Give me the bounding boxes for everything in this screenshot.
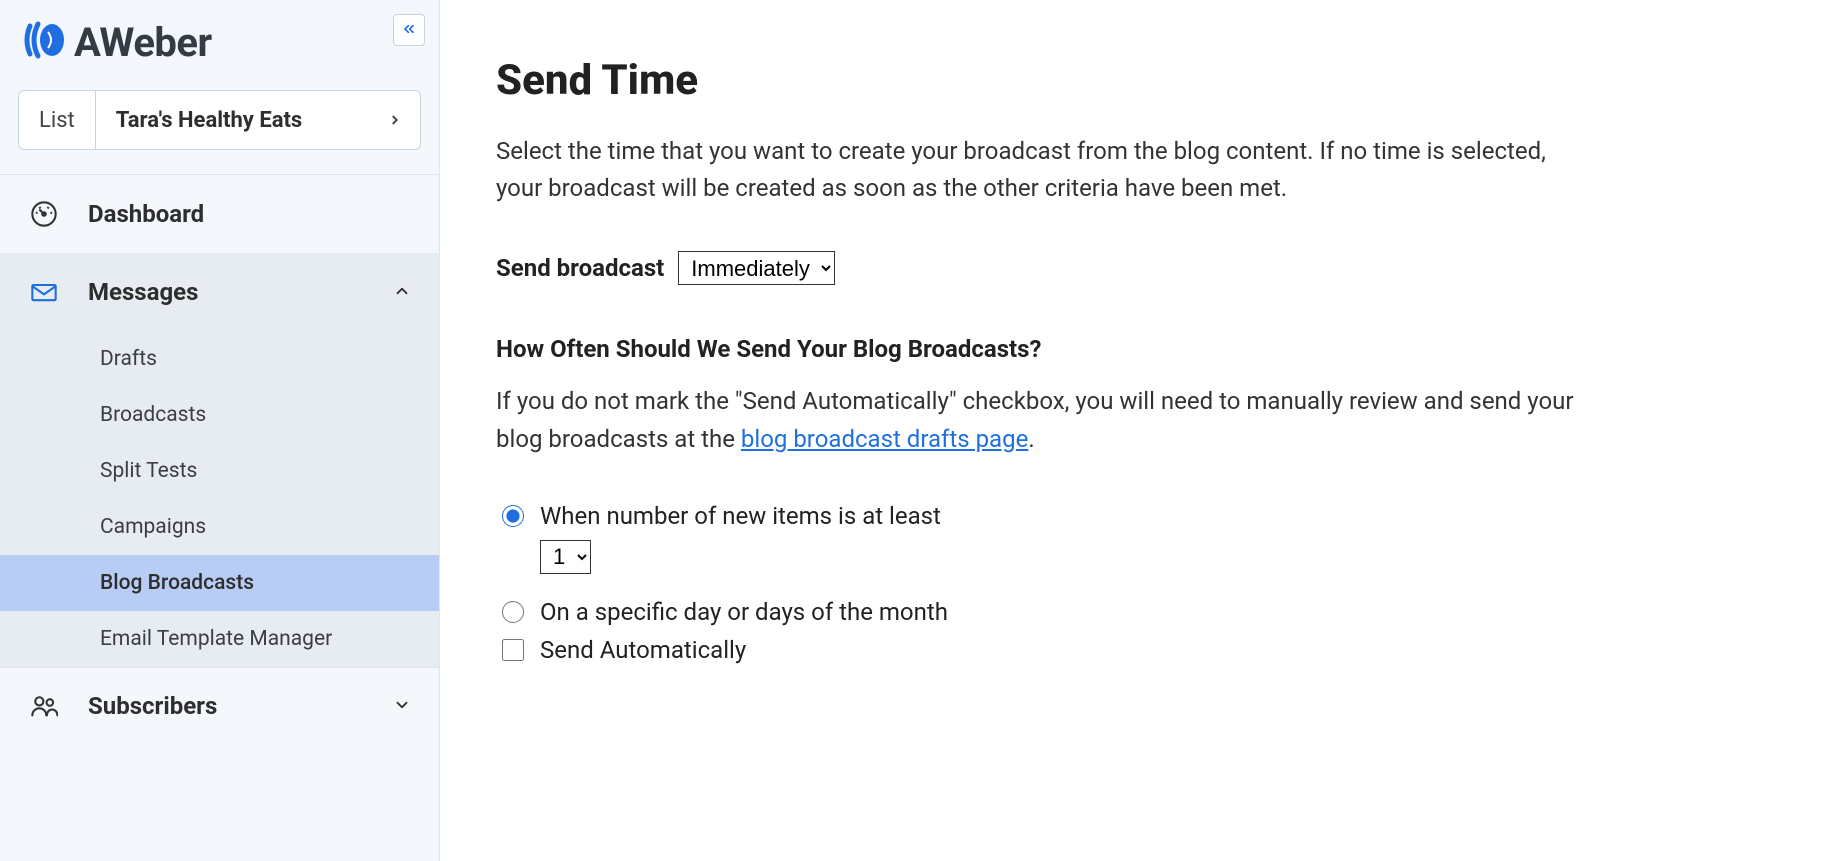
nav-label: Dashboard [88, 200, 411, 228]
option-send-automatically[interactable]: Send Automatically [502, 636, 1778, 664]
option-send-automatically-label: Send Automatically [540, 636, 746, 664]
dashboard-icon [28, 200, 60, 228]
sidebar: AWeber List Tara's Healthy Eats [0, 0, 440, 861]
checkbox-send-automatically[interactable] [502, 639, 524, 661]
new-items-count-wrap: 1 [540, 540, 1778, 574]
nav-label: Subscribers [88, 692, 365, 720]
page-title: Send Time [496, 56, 1778, 105]
chevron-right-icon [370, 91, 420, 149]
send-broadcast-label: Send broadcast [496, 254, 664, 282]
envelope-icon [28, 278, 60, 306]
blog-broadcast-drafts-link[interactable]: blog broadcast drafts page [741, 425, 1028, 453]
chevron-down-icon [393, 692, 411, 720]
radio-new-items[interactable] [502, 505, 524, 527]
new-items-count-select[interactable]: 1 [540, 540, 591, 574]
how-often-heading: How Often Should We Send Your Blog Broad… [496, 335, 1778, 363]
how-often-paragraph: If you do not mark the "Send Automatical… [496, 383, 1596, 457]
option-new-items[interactable]: When number of new items is at least [502, 502, 1778, 530]
subnav-item-split-tests[interactable]: Split Tests [0, 443, 439, 499]
subnav-item-blog-broadcasts[interactable]: Blog Broadcasts [0, 555, 439, 611]
chevron-double-left-icon [401, 21, 417, 40]
collapse-sidebar-button[interactable] [393, 14, 425, 46]
radio-specific-day[interactable] [502, 601, 524, 623]
subscribers-icon [28, 692, 60, 720]
logo: AWeber [0, 0, 439, 76]
send-broadcast-select[interactable]: Immediately [678, 251, 835, 285]
option-new-items-label: When number of new items is at least [540, 502, 941, 530]
subnav-item-email-template-manager[interactable]: Email Template Manager [0, 611, 439, 667]
list-selector-selected: Tara's Healthy Eats [96, 91, 370, 149]
logo-text: AWeber [74, 19, 212, 66]
subnav-item-broadcasts[interactable]: Broadcasts [0, 387, 439, 443]
send-broadcast-row: Send broadcast Immediately [496, 251, 1778, 285]
frequency-options: When number of new items is at least 1 O… [496, 502, 1778, 664]
list-selector[interactable]: List Tara's Healthy Eats [18, 90, 421, 150]
how-often-text-suffix: . [1028, 425, 1034, 453]
how-often-text-prefix: If you do not mark the "Send Automatical… [496, 387, 1574, 452]
subnav-item-drafts[interactable]: Drafts [0, 331, 439, 387]
option-specific-day-label: On a specific day or days of the month [540, 598, 948, 626]
nav-item-dashboard[interactable]: Dashboard [0, 175, 439, 253]
chevron-up-icon [393, 278, 411, 306]
messages-subnav: Drafts Broadcasts Split Tests Campaigns … [0, 331, 439, 667]
nav-label: Messages [88, 278, 365, 306]
intro-text: Select the time that you want to create … [496, 133, 1596, 207]
subnav-item-campaigns[interactable]: Campaigns [0, 499, 439, 555]
option-specific-day[interactable]: On a specific day or days of the month [502, 598, 1778, 626]
list-selector-label: List [19, 91, 96, 149]
nav-item-messages[interactable]: Messages [0, 253, 439, 331]
aweber-logo-icon [24, 18, 68, 66]
main-content: Send Time Select the time that you want … [440, 0, 1838, 861]
nav-item-subscribers[interactable]: Subscribers [0, 667, 439, 745]
primary-nav: Dashboard Messages Drafts Broadcasts Spl… [0, 174, 439, 745]
